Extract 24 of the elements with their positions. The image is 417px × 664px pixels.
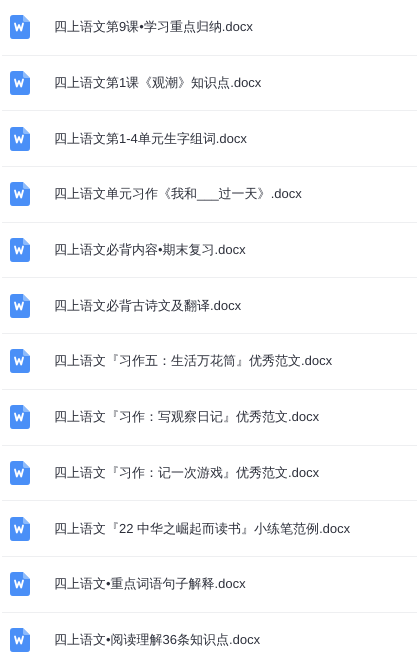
file-name[interactable]: 四上语文『习作五：生活万花筒』优秀范文.docx <box>54 352 332 370</box>
word-document-icon <box>10 71 30 96</box>
file-name[interactable]: 四上语文『习作：写观察日记』优秀范文.docx <box>54 408 320 426</box>
word-document-icon <box>10 126 30 151</box>
file-name[interactable]: 四上语文单元习作《我和___过一天》.docx <box>54 185 302 204</box>
word-document-icon <box>10 349 30 374</box>
word-document-icon <box>10 572 30 596</box>
word-document-icon <box>10 516 30 541</box>
file-name[interactable]: 四上语文•阅读理解36条知识点.docx <box>54 630 260 649</box>
file-name[interactable]: 四上语文『22 中华之崛起而读书』小练笔范例.docx <box>54 520 350 538</box>
word-document-icon <box>10 460 30 485</box>
word-document-icon <box>10 405 30 430</box>
word-document-icon <box>10 238 30 262</box>
word-document-icon <box>10 15 30 40</box>
file-name[interactable]: 四上语文必背内容•期末复习.docx <box>54 241 246 260</box>
file-name[interactable]: 四上语文第1-4单元生字组词.docx <box>54 130 247 148</box>
file-name[interactable]: 四上语文第9课•学习重点归纳.docx <box>54 18 253 36</box>
word-document-icon <box>10 294 30 318</box>
file-name[interactable]: 四上语文第1课《观潮》知识点.docx <box>54 74 262 92</box>
file-name[interactable]: 四上语文•重点词语句子解释.docx <box>54 575 246 594</box>
file-name[interactable]: 四上语文必背古诗文及翻译.docx <box>54 296 242 315</box>
word-document-icon <box>10 182 30 206</box>
word-document-icon <box>10 628 30 652</box>
file-name[interactable]: 四上语文『习作：记一次游戏』优秀范文.docx <box>54 464 320 482</box>
